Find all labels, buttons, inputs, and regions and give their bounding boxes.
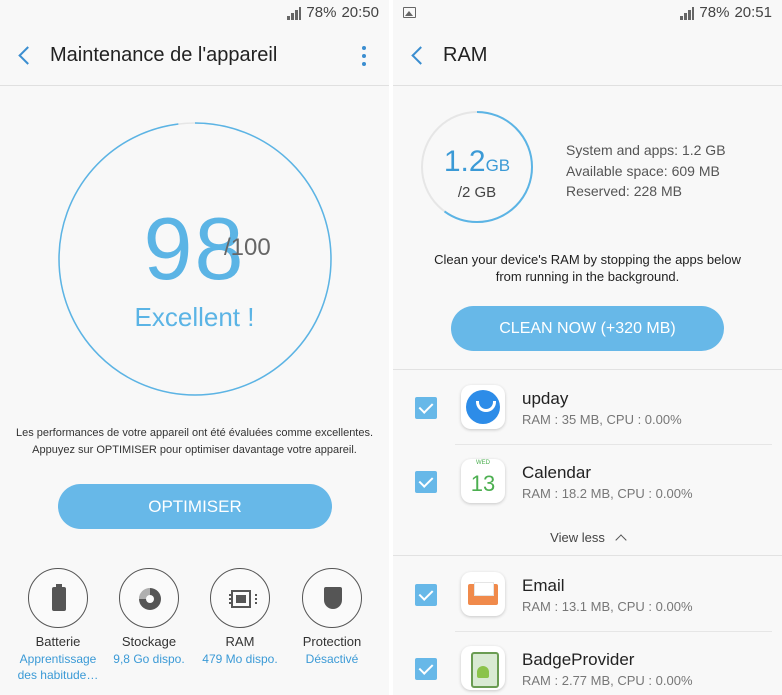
calendar-icon-date: 13 <box>470 471 496 496</box>
status-bar: 78% 20:51 <box>393 0 782 28</box>
feature-status: Apprentissage des habitude… <box>12 651 104 683</box>
feature-name: RAM <box>225 634 255 649</box>
score-max: /100 <box>224 234 271 261</box>
feature-ram[interactable]: RAM 479 Mo dispo. <box>194 568 286 667</box>
score-value-wrap: 98 <box>0 198 389 300</box>
app-row-email[interactable]: Email RAM : 13.1 MB, CPU : 0.00% <box>393 558 782 632</box>
feature-shortcuts: Batterie Apprentissage des habitude… Sto… <box>0 568 389 693</box>
ram-description: Clean your device's RAM by stopping the … <box>393 251 782 285</box>
ram-stat-system: System and apps: 1.2 GB <box>566 142 726 158</box>
app-row-upday[interactable]: upday RAM : 35 MB, CPU : 0.00% <box>393 371 782 445</box>
ram-stat-reserved: Reserved: 228 MB <box>566 183 682 199</box>
app-name: upday <box>522 389 569 408</box>
clean-now-button[interactable]: CLEAN NOW (+320 MB) <box>451 306 724 351</box>
image-notification-icon <box>403 7 416 18</box>
app-checkbox[interactable] <box>415 584 437 606</box>
chevron-up-icon <box>615 534 627 546</box>
feature-protection[interactable]: Protection Désactivé <box>286 568 378 667</box>
battery-icon <box>52 584 66 611</box>
optimize-button[interactable]: OPTIMISER <box>58 484 332 529</box>
ram-breakdown: System and apps: 1.2 GB Available space:… <box>566 140 726 202</box>
back-button[interactable] <box>14 44 38 68</box>
app-usage: RAM : 18.2 MB, CPU : 0.00% <box>522 486 693 501</box>
clock: 20:51 <box>734 4 772 21</box>
ram-total: /2 GB <box>457 184 497 201</box>
feature-battery[interactable]: Batterie Apprentissage des habitude… <box>12 568 104 683</box>
clock: 20:50 <box>341 4 379 21</box>
calendar-icon: WED 13 <box>461 459 505 503</box>
email-icon <box>461 572 505 616</box>
view-less-toggle[interactable]: View less <box>393 520 782 556</box>
score-label: Excellent ! <box>134 302 255 332</box>
ram-used: 1.2GB <box>420 145 534 179</box>
list-divider <box>393 369 782 370</box>
storage-icon <box>139 588 161 610</box>
app-checkbox[interactable] <box>415 471 437 493</box>
app-bar: RAM <box>393 28 782 86</box>
feature-status-line: Apprentissage <box>19 652 97 666</box>
score-description-line: Appuyez sur OPTIMISER pour optimiser dav… <box>32 444 357 456</box>
feature-status: 9,8 Go dispo. <box>113 652 185 666</box>
signal-icon <box>287 6 302 20</box>
feature-storage-circle <box>119 568 179 628</box>
signal-icon <box>680 6 695 20</box>
shield-icon <box>324 587 342 609</box>
page-title: Maintenance de l'appareil <box>50 44 278 66</box>
app-name: BadgeProvider <box>522 650 635 669</box>
ram-icon <box>229 590 257 608</box>
page-title: RAM <box>443 44 488 66</box>
feature-name: Protection <box>302 634 362 649</box>
feature-status: 479 Mo dispo. <box>202 652 278 666</box>
more-options-icon[interactable] <box>361 46 367 68</box>
app-bar: Maintenance de l'appareil <box>0 28 389 86</box>
ram-stat-available: Available space: 609 MB <box>566 162 720 179</box>
app-checkbox[interactable] <box>415 658 437 680</box>
feature-ram-circle <box>210 568 270 628</box>
calendar-icon-day: WED <box>476 460 490 466</box>
feature-name: Batterie <box>35 634 81 649</box>
ram-description-line: from running in the background. <box>495 269 680 284</box>
device-maintenance-screen: 78% 20:50 Maintenance de l'appareil 98 /… <box>0 0 389 695</box>
feature-status: Désactivé <box>305 652 359 666</box>
score-description-line: Les performances de votre appareil ont é… <box>15 427 374 439</box>
battery-percent: 78% <box>306 4 337 21</box>
ram-description-line: Clean your device's RAM by stopping the … <box>434 252 741 267</box>
app-usage: RAM : 13.1 MB, CPU : 0.00% <box>522 599 693 614</box>
ram-used-value: 1.2 <box>443 145 486 178</box>
feature-battery-circle <box>28 568 88 628</box>
battery-percent: 78% <box>699 4 730 21</box>
feature-storage[interactable]: Stockage 9,8 Go dispo. <box>103 568 195 667</box>
badge-provider-icon <box>461 646 505 690</box>
feature-protection-circle <box>302 568 362 628</box>
app-name: Calendar <box>522 463 591 482</box>
app-usage: RAM : 2.77 MB, CPU : 0.00% <box>522 673 693 688</box>
app-row-badgeprovider[interactable]: BadgeProvider RAM : 2.77 MB, CPU : 0.00% <box>393 632 782 695</box>
score-description: Les performances de votre appareil ont é… <box>0 425 389 459</box>
app-usage: RAM : 35 MB, CPU : 0.00% <box>522 412 682 427</box>
app-name: Email <box>522 576 565 595</box>
back-button[interactable] <box>407 44 431 68</box>
ram-used-unit: GB <box>485 156 511 175</box>
upday-icon <box>461 385 505 429</box>
status-bar: 78% 20:50 <box>0 0 389 28</box>
app-row-calendar[interactable]: WED 13 Calendar RAM : 18.2 MB, CPU : 0.0… <box>393 445 782 519</box>
ram-screen: 78% 20:51 RAM 1.2GB /2 GB System and app… <box>393 0 782 695</box>
app-checkbox[interactable] <box>415 397 437 419</box>
feature-name: Stockage <box>121 634 177 649</box>
view-less-label: View less <box>550 530 605 545</box>
feature-status-line: des habitude… <box>17 668 99 682</box>
